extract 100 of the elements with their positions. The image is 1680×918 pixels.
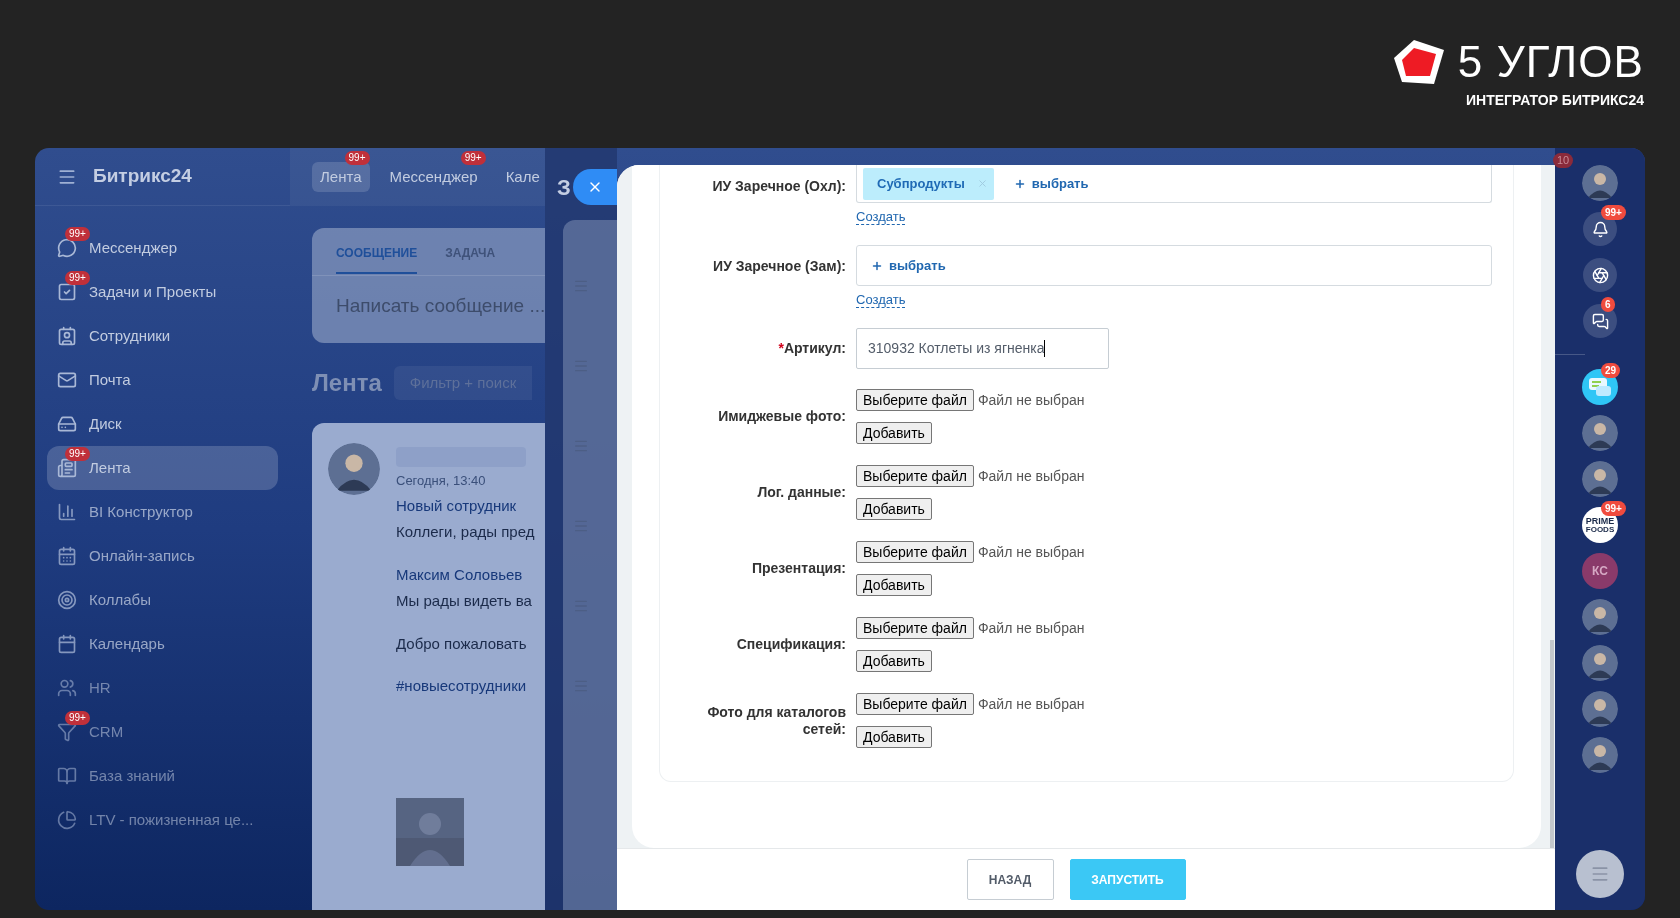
create-link[interactable]: Создать: [856, 209, 906, 225]
choose-file-button[interactable]: Выберите файл: [856, 541, 974, 563]
count-badge: 6: [1601, 297, 1615, 312]
hashtag-link[interactable]: #новыесотрудники: [396, 675, 535, 698]
bar-chart-icon: [57, 502, 77, 522]
avatar[interactable]: [328, 443, 380, 495]
sidebar-item[interactable]: HR: [47, 666, 278, 710]
logo-subtitle: ИНТЕГРАТОР БИТРИКС24: [1466, 91, 1644, 110]
avatar[interactable]: [1582, 461, 1618, 497]
menu-icon: [1590, 864, 1610, 884]
sidebar-item[interactable]: Коллабы: [47, 578, 278, 622]
avatar[interactable]: [1582, 165, 1618, 201]
add-button[interactable]: Добавить: [856, 726, 932, 748]
file-status: Файл не выбран: [977, 466, 1085, 486]
spiral-button[interactable]: [1583, 258, 1617, 292]
choose-link[interactable]: выбрать: [863, 255, 954, 276]
initials-avatar[interactable]: КС: [1582, 553, 1618, 589]
people-icon: [57, 678, 77, 698]
field-label: Фото для каталогов сетей:: [706, 703, 846, 738]
menu-button[interactable]: [1576, 850, 1624, 898]
mention-link[interactable]: Максим Соловьев: [396, 563, 535, 586]
post-text: Добро пожаловать: [396, 633, 528, 654]
sidebar-item[interactable]: Сотрудники: [47, 314, 278, 358]
sidebar-item[interactable]: Почта: [47, 358, 278, 402]
sidebar-item[interactable]: Мессенджер 99+: [47, 226, 278, 270]
post-subject[interactable]: Новый сотрудник: [396, 494, 535, 517]
add-button[interactable]: Добавить: [856, 498, 932, 520]
plus-icon: [1013, 177, 1026, 190]
chat-bubbles-icon: [1591, 312, 1609, 330]
file-status: Файл не выбран: [977, 390, 1085, 410]
spiral-icon: [1591, 266, 1609, 284]
avatar[interactable]: [1582, 645, 1618, 681]
file-status: Файл не выбран: [977, 542, 1085, 562]
newspaper-icon: [57, 458, 77, 478]
sidebar-item[interactable]: LTV - пожизненная це...: [47, 798, 278, 842]
plus-icon: [871, 259, 883, 272]
field-label: ИУ Заречное (Охл):: [712, 178, 846, 195]
slider-title: З: [557, 173, 571, 202]
create-link[interactable]: Создать: [856, 292, 906, 308]
file-status: Файл не выбран: [977, 618, 1085, 638]
field-label: *Артикул:: [778, 340, 846, 357]
sidebar-item[interactable]: Диск: [47, 402, 278, 446]
selected-tag[interactable]: Субпродукты: [863, 167, 994, 200]
avatar[interactable]: [1582, 691, 1618, 727]
field-label: Спецификация:: [736, 636, 846, 653]
nav-tab[interactable]: Кале: [497, 161, 545, 193]
target-icon: [57, 590, 77, 610]
count-badge: 99+: [65, 447, 90, 461]
choose-file-button[interactable]: Выберите файл: [856, 617, 974, 639]
calendar-icon: [57, 546, 77, 566]
post-text: Коллеги, рады пред: [396, 522, 535, 542]
field-label: Имиджевые фото:: [718, 408, 846, 425]
add-button[interactable]: Добавить: [856, 574, 932, 596]
mail-icon: [57, 370, 77, 390]
add-button[interactable]: Добавить: [856, 422, 932, 444]
back-button[interactable]: НАЗАД: [966, 859, 1054, 900]
choose-file-button[interactable]: Выберите файл: [856, 389, 974, 411]
logo-title: 5 УГЛОВ: [1457, 38, 1644, 86]
article-field[interactable]: 310932 Котлеты из ягненка: [856, 328, 1109, 369]
sidebar-item[interactable]: BI Конструктор: [47, 490, 278, 534]
sidebar-item[interactable]: База знаний: [47, 754, 278, 798]
selector-field[interactable]: выбрать: [856, 245, 1492, 286]
drive-icon: [57, 414, 77, 434]
nav-tab[interactable]: Лента: [312, 161, 370, 193]
close-button[interactable]: [573, 169, 617, 205]
sidebar-item[interactable]: Задачи и Проекты 99+: [47, 270, 278, 314]
count-badge: 99+: [1601, 501, 1626, 516]
contact-card-icon: [57, 326, 77, 346]
field-label: Презентация:: [751, 560, 846, 577]
sidebar-item[interactable]: Лента 99+: [47, 446, 278, 490]
count-badge: 99+: [65, 227, 90, 241]
count-badge: 99+: [460, 150, 486, 165]
checkbox-icon: [57, 282, 77, 302]
avatar[interactable]: [1582, 415, 1618, 451]
sidebar-item[interactable]: CRM 99+: [47, 710, 278, 754]
post-text: Мы рады видеть ва: [396, 591, 533, 611]
count-badge: 29: [1601, 363, 1621, 378]
sidebar-item[interactable]: Онлайн-запись: [47, 534, 278, 578]
field-label: Лог. данные:: [757, 484, 846, 501]
add-button[interactable]: Добавить: [856, 650, 932, 672]
avatar[interactable]: [1582, 737, 1618, 773]
chat-icon: [57, 238, 77, 258]
brand-name: Битрикс24: [93, 164, 192, 189]
pie-chart-icon: [57, 810, 77, 830]
post-time: Сегодня, 13:40: [396, 472, 487, 490]
scrollbar[interactable]: [1550, 640, 1554, 848]
field-label: ИУ Заречное (Зам):: [713, 258, 846, 275]
selector-field[interactable]: Субпродукты выбрать: [856, 165, 1492, 203]
calendar-icon: [57, 634, 77, 654]
count-badge: 10: [1553, 153, 1574, 168]
choose-link[interactable]: выбрать: [1005, 173, 1097, 194]
bell-icon: [1591, 220, 1609, 238]
book-icon: [57, 766, 77, 786]
sidebar-item[interactable]: Календарь: [47, 622, 278, 666]
count-badge: 99+: [65, 271, 90, 285]
choose-file-button[interactable]: Выберите файл: [856, 693, 974, 715]
funnel-icon: [57, 722, 77, 742]
count-badge: 99+: [344, 150, 370, 165]
avatar[interactable]: [1582, 599, 1618, 635]
choose-file-button[interactable]: Выберите файл: [856, 465, 974, 487]
